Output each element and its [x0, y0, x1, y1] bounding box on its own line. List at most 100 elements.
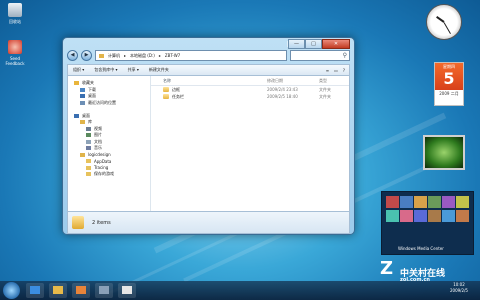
navigation-bar: ◀ ▶ 计算机 ▸ 本地磁盘 (D:) ▸ ZBT-W7 ⚲	[67, 50, 350, 61]
file-type: 文件夹	[319, 86, 331, 92]
nav-item-label: 保存的游戏	[94, 171, 114, 177]
file-date: 2009/2/4 23:43	[267, 87, 298, 92]
recycle-bin-icon	[8, 3, 22, 17]
address-bar[interactable]: 计算机 ▸ 本地磁盘 (D:) ▸ ZBT-W7	[95, 50, 287, 61]
nav-item-label: 库	[88, 119, 92, 125]
desktop-icon-recycle-bin[interactable]: 回收站	[2, 3, 28, 24]
media-tile[interactable]	[400, 196, 413, 208]
nav-item-icon	[86, 159, 91, 164]
search-icon: ⚲	[342, 52, 347, 59]
new-folder-button[interactable]: 新建文件夹	[149, 67, 169, 73]
media-tile[interactable]	[442, 196, 455, 208]
nav-item-label: 桌面	[88, 93, 96, 99]
taskbar-button-explorer[interactable]	[49, 283, 67, 298]
file-name: 任务栏	[172, 93, 184, 99]
taskbar-button-notes[interactable]	[118, 283, 136, 298]
column-name[interactable]: 名称	[151, 78, 267, 84]
chevron-right-icon: ▸	[124, 53, 127, 58]
preview-pane-icon[interactable]: ▭	[334, 68, 338, 73]
nav-item-icon	[80, 94, 85, 99]
column-type[interactable]: 类型	[319, 78, 349, 84]
file-date: 2009/2/5 18:40	[267, 94, 298, 99]
nav-item[interactable]: 保存的游戏	[68, 171, 150, 178]
breadcrumb-item[interactable]: ZBT-W7	[165, 53, 180, 58]
nav-item-label: 收藏夹	[82, 80, 94, 86]
file-name: 边框	[172, 86, 180, 92]
taskbar: 10:02 2009/2/5	[0, 281, 480, 300]
nav-item-icon	[86, 139, 91, 144]
explorer-icon	[53, 286, 63, 294]
nav-item-icon	[86, 165, 91, 170]
desktop-icon-seed-feedback[interactable]: Seed Feedback	[2, 40, 28, 66]
nav-item-label: 下载	[88, 86, 96, 92]
nav-item-label: 最近访问的位置	[88, 99, 116, 105]
window-content: 收藏夹 下载 桌面 最近访问的位置 桌面库视频 图片 文档 音乐 logicdesign AppD…	[67, 75, 350, 212]
nav-item-icon	[80, 100, 85, 105]
help-icon[interactable]: ?	[343, 68, 345, 73]
nav-item-icon	[80, 87, 85, 92]
folder-icon	[163, 94, 169, 99]
file-list[interactable]: 名称 修改日期 类型 边框 2009/2/4 23:43 文件夹 任务栏 200…	[151, 76, 349, 211]
media-icon	[76, 286, 86, 294]
desktop-icon-label: Seed Feedback	[5, 56, 25, 66]
nav-item-label: 桌面	[82, 112, 90, 118]
taskbar-button-ie[interactable]	[26, 283, 44, 298]
nav-item-label: AppData	[94, 158, 112, 164]
media-tile[interactable]	[386, 196, 399, 208]
slideshow-gadget[interactable]	[423, 135, 465, 170]
breadcrumb-item[interactable]: 计算机	[108, 53, 120, 59]
nav-item-icon	[86, 146, 91, 151]
chevron-right-icon: ▸	[158, 53, 161, 58]
media-tile[interactable]	[456, 196, 469, 208]
include-in-library-button[interactable]: 包含到库中 ▾	[94, 67, 117, 73]
folder-icon	[163, 87, 169, 92]
item-count: 2 items	[92, 219, 111, 226]
file-row[interactable]: 任务栏 2009/2/5 18:40 文件夹	[151, 93, 349, 100]
taskbar-button-tools[interactable]	[95, 283, 113, 298]
search-input[interactable]: ⚲	[290, 50, 350, 61]
calendar-year-month: 2009 二月	[439, 91, 459, 96]
folder-icon	[72, 216, 84, 229]
system-clock[interactable]: 10:02 2009/2/5	[450, 282, 468, 294]
media-tile[interactable]	[428, 196, 441, 208]
nav-item-label: 图片	[94, 132, 102, 138]
start-button[interactable]	[3, 282, 20, 299]
media-tile[interactable]	[386, 210, 399, 222]
nav-item-label: 音乐	[94, 145, 102, 151]
media-tile[interactable]	[428, 210, 441, 222]
media-center-gadget[interactable]: Windows Media Center	[381, 191, 474, 255]
nav-item-label: Tracing	[94, 165, 109, 171]
media-tile[interactable]	[442, 210, 455, 222]
media-tile[interactable]	[414, 196, 427, 208]
file-type: 文件夹	[319, 93, 331, 99]
media-tile[interactable]	[400, 210, 413, 222]
column-date[interactable]: 修改日期	[267, 78, 319, 84]
nav-item-icon	[86, 126, 91, 131]
back-button[interactable]: ◀	[67, 50, 78, 61]
share-button[interactable]: 共享 ▾	[128, 67, 139, 73]
taskbar-button-media[interactable]	[72, 283, 90, 298]
calendar-gadget[interactable]: 星期四 5 2009 二月	[434, 62, 464, 106]
clock-gadget[interactable]	[426, 4, 462, 40]
organize-button[interactable]: 组织 ▾	[73, 67, 84, 73]
breadcrumb-item[interactable]: 本地磁盘 (D:)	[130, 53, 155, 59]
navigation-pane[interactable]: 收藏夹 下载 桌面 最近访问的位置 桌面库视频 图片 文档 音乐 logicdesign AppD…	[68, 76, 151, 211]
media-tile[interactable]	[414, 210, 427, 222]
minimize-button[interactable]: —	[288, 39, 305, 49]
close-button[interactable]: ✕	[322, 39, 350, 49]
feedback-icon	[8, 40, 22, 54]
tools-icon	[99, 286, 109, 294]
details-pane: 2 items	[67, 211, 350, 234]
file-row[interactable]: 边框 2009/2/4 23:43 文件夹	[151, 86, 349, 93]
nav-item-label: 文档	[94, 138, 102, 144]
media-tile[interactable]	[456, 210, 469, 222]
tray-date: 2009/2/5	[450, 288, 468, 293]
ie-icon	[30, 286, 40, 294]
explorer-window[interactable]: 后台进程窗口 — □ ✕ ◀ ▶ 计算机 ▸ 本地磁盘 (D:) ▸ ZBT-W…	[62, 37, 355, 235]
view-options-icon[interactable]: ≡	[326, 68, 329, 73]
maximize-button[interactable]: □	[305, 39, 322, 49]
nav-item-icon	[80, 152, 85, 157]
window-caption-buttons: — □ ✕	[288, 39, 350, 49]
zol-logo: Z	[380, 258, 394, 279]
forward-button[interactable]: ▶	[81, 50, 92, 61]
